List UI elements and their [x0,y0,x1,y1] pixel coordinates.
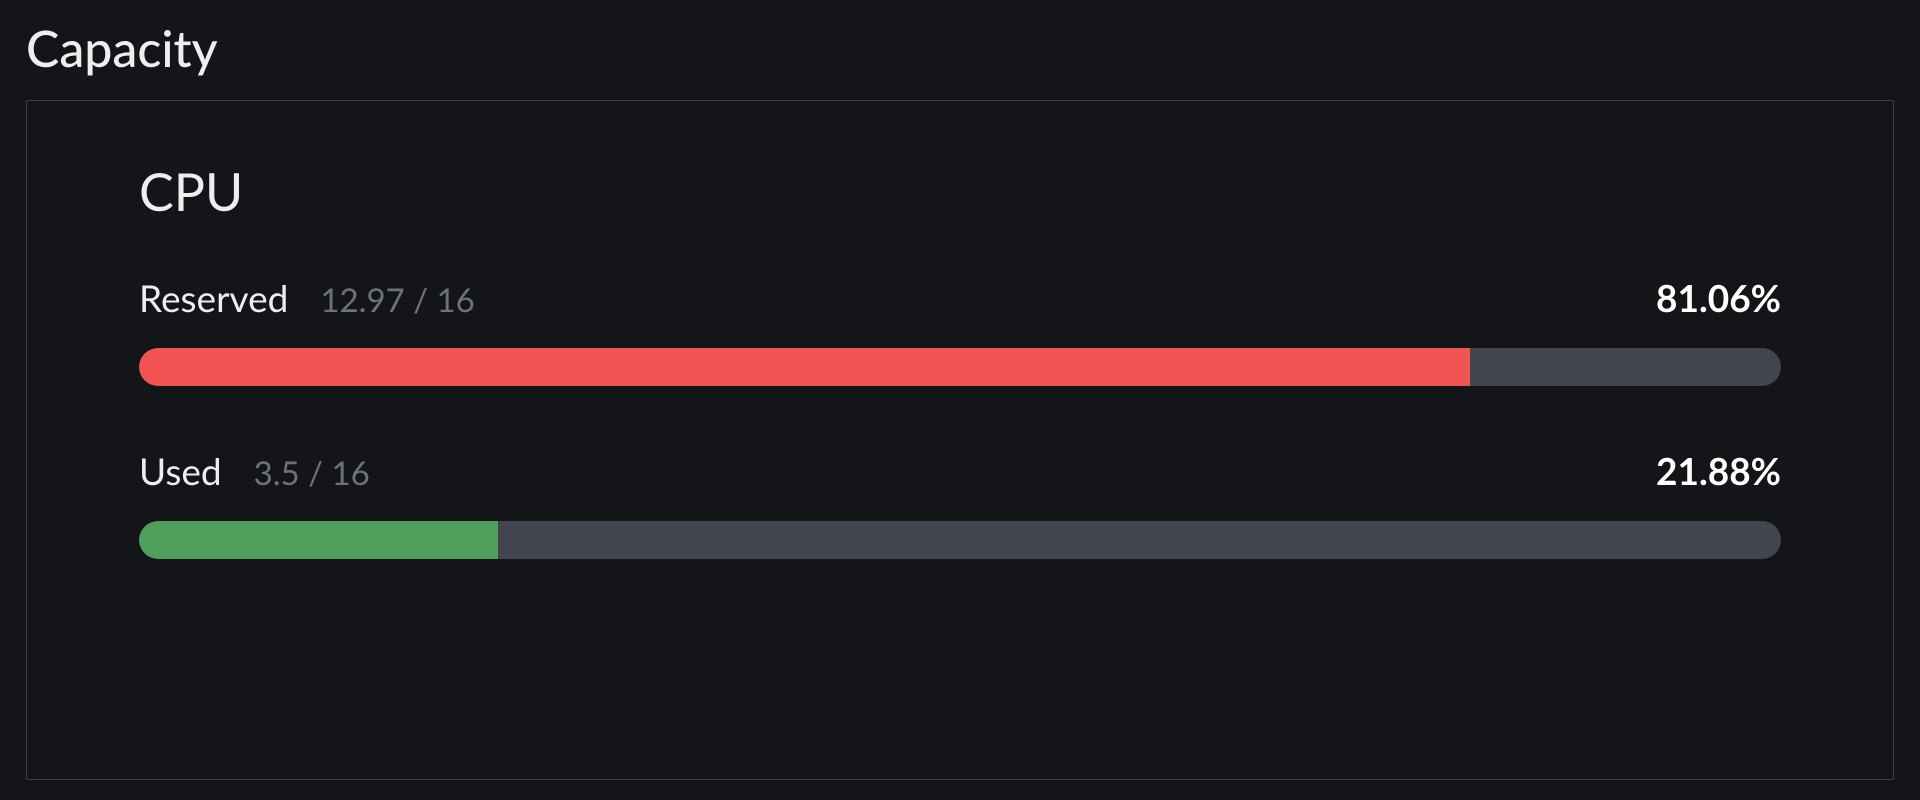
cpu-used-bar-fill [139,521,498,559]
cpu-used-label: Used [139,448,222,493]
cpu-used-bar-track [139,521,1781,559]
cpu-reserved-bar-fill [139,348,1470,386]
cpu-reserved-bar-track [139,348,1781,386]
capacity-panel: CPU Reserved 12.97 / 16 81.06% Used 3.5 … [26,100,1894,780]
cpu-used-head-left: Used 3.5 / 16 [139,448,370,493]
cpu-reserved-head: Reserved 12.97 / 16 81.06% [139,275,1781,320]
cpu-reserved-ratio: 12.97 / 16 [320,280,474,320]
resource-title-cpu: CPU [139,161,1781,223]
section-title: Capacity [26,18,1894,78]
cpu-used-percent: 21.88% [1656,448,1781,493]
cpu-used-ratio: 3.5 / 16 [254,453,370,493]
cpu-reserved-percent: 81.06% [1656,275,1781,320]
cpu-reserved-head-left: Reserved 12.97 / 16 [139,275,475,320]
cpu-reserved-row: Reserved 12.97 / 16 81.06% [139,275,1781,386]
cpu-used-head: Used 3.5 / 16 21.88% [139,448,1781,493]
cpu-reserved-label: Reserved [139,275,288,320]
cpu-used-row: Used 3.5 / 16 21.88% [139,448,1781,559]
